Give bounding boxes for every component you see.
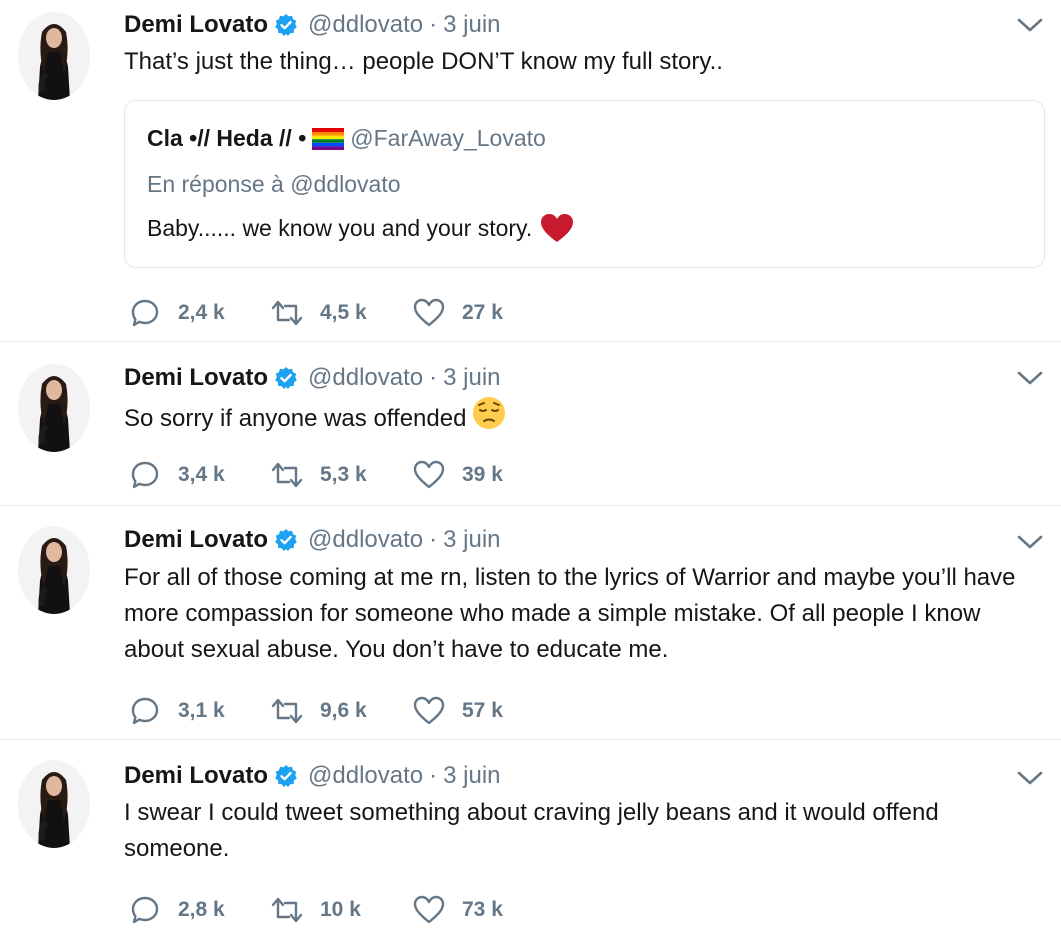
- heart-outline-icon: [412, 296, 446, 330]
- chevron-down-icon[interactable]: [1015, 363, 1045, 393]
- tweet-text: For all of those coming at me rn, listen…: [124, 564, 1016, 663]
- author-handle[interactable]: @ddlovato: [308, 762, 423, 790]
- author-handle[interactable]: @ddlovato: [308, 11, 423, 39]
- retweet-icon: [270, 694, 304, 728]
- chevron-down-icon[interactable]: [1015, 763, 1045, 793]
- tweet-actions: 2,4 k 4,5 k 27 k: [128, 296, 554, 330]
- tweet-text: So sorry if anyone was offended: [124, 404, 467, 432]
- quoted-author-name: Cla •// Heda // •: [147, 125, 307, 151]
- retweet-count: 9,6 k: [320, 699, 367, 722]
- reply-icon: [128, 296, 162, 330]
- tweet-header: Demi Lovato @ddlovato · 3 juin: [124, 761, 501, 791]
- timestamp[interactable]: 3 juin: [443, 364, 500, 392]
- quoted-tweet-text: Baby...... we know you and your story.: [147, 214, 533, 241]
- verified-badge-icon: [274, 528, 298, 552]
- chevron-down-icon[interactable]: [1015, 527, 1045, 557]
- retweet-icon: [270, 893, 304, 927]
- verified-badge-icon: [274, 366, 298, 390]
- tweet-header: Demi Lovato @ddlovato · 3 juin: [124, 10, 501, 40]
- tweet-actions: 3,4 k 5,3 k 39 k: [128, 458, 554, 492]
- tweet-text: I swear I could tweet something about cr…: [124, 799, 939, 862]
- author-name[interactable]: Demi Lovato: [124, 11, 268, 39]
- retweet-count: 10 k: [320, 898, 361, 921]
- verified-badge-icon: [274, 764, 298, 788]
- retweet-button[interactable]: 10 k: [270, 893, 368, 927]
- tweet[interactable]: Demi Lovato @ddlovato · 3 juin That’s ju…: [0, 0, 1061, 342]
- reply-count: 3,1 k: [178, 699, 225, 722]
- like-count: 27 k: [462, 301, 503, 324]
- retweet-button[interactable]: 4,5 k: [270, 296, 368, 330]
- tweet-text: That’s just the thing… people DON’T know…: [124, 48, 723, 75]
- quoted-author-handle: @FarAway_Lovato: [350, 125, 546, 151]
- retweet-button[interactable]: 9,6 k: [270, 694, 368, 728]
- reply-count: 3,4 k: [178, 463, 225, 486]
- chevron-down-icon[interactable]: [1015, 10, 1045, 40]
- verified-badge-icon: [274, 13, 298, 37]
- like-button[interactable]: 57 k: [412, 694, 510, 728]
- heart-outline-icon: [412, 893, 446, 927]
- tweet-header: Demi Lovato @ddlovato · 3 juin: [124, 363, 501, 393]
- red-heart-emoji: [540, 213, 574, 243]
- like-button[interactable]: 39 k: [412, 458, 510, 492]
- tweet-header: Demi Lovato @ddlovato · 3 juin: [124, 525, 501, 555]
- avatar[interactable]: [18, 12, 90, 100]
- reply-count: 2,4 k: [178, 301, 225, 324]
- timestamp[interactable]: 3 juin: [443, 11, 500, 39]
- author-name[interactable]: Demi Lovato: [124, 526, 268, 554]
- author-handle[interactable]: @ddlovato: [308, 364, 423, 392]
- separator: ·: [429, 762, 438, 789]
- like-button[interactable]: 73 k: [412, 893, 510, 927]
- retweet-icon: [270, 296, 304, 330]
- separator: ·: [429, 364, 438, 391]
- like-count: 57 k: [462, 699, 503, 722]
- quoted-tweet[interactable]: Cla •// Heda // • @FarAway_Lovato En rép…: [124, 100, 1045, 268]
- retweet-icon: [270, 458, 304, 492]
- timestamp[interactable]: 3 juin: [443, 762, 500, 790]
- reply-button[interactable]: 3,4 k: [128, 458, 226, 492]
- author-handle[interactable]: @ddlovato: [308, 526, 423, 554]
- retweet-count: 5,3 k: [320, 463, 367, 486]
- retweet-button[interactable]: 5,3 k: [270, 458, 368, 492]
- rainbow-flag-emoji: [312, 127, 345, 150]
- reply-icon: [128, 694, 162, 728]
- quoted-tweet-header: Cla •// Heda // • @FarAway_Lovato: [147, 125, 546, 152]
- reply-count: 2,8 k: [178, 898, 225, 921]
- timestamp[interactable]: 3 juin: [443, 526, 500, 554]
- avatar[interactable]: [18, 526, 90, 614]
- avatar[interactable]: [18, 364, 90, 452]
- tweet-text-row: So sorry if anyone was offended: [124, 396, 1039, 441]
- reply-button[interactable]: 2,4 k: [128, 296, 226, 330]
- tweet-actions: 2,8 k 10 k 73 k: [128, 893, 554, 927]
- quoted-tweet-text-row: Baby...... we know you and your story.: [147, 213, 574, 243]
- reply-button[interactable]: 3,1 k: [128, 694, 226, 728]
- tweet[interactable]: Demi Lovato @ddlovato · 3 juin I swear I…: [0, 740, 1061, 940]
- like-count: 73 k: [462, 898, 503, 921]
- heart-outline-icon: [412, 694, 446, 728]
- reply-icon: [128, 893, 162, 927]
- tweet[interactable]: Demi Lovato @ddlovato · 3 juin For all o…: [0, 506, 1061, 740]
- heart-outline-icon: [412, 458, 446, 492]
- reply-button[interactable]: 2,8 k: [128, 893, 226, 927]
- separator: ·: [429, 11, 438, 38]
- retweet-count: 4,5 k: [320, 301, 367, 324]
- avatar[interactable]: [18, 760, 90, 848]
- tweet[interactable]: Demi Lovato @ddlovato · 3 juin So sorry …: [0, 342, 1061, 506]
- separator: ·: [429, 526, 438, 553]
- tweet-actions: 3,1 k 9,6 k 57 k: [128, 694, 554, 728]
- like-count: 39 k: [462, 463, 503, 486]
- reply-context: En réponse à @ddlovato: [147, 171, 401, 197]
- like-button[interactable]: 27 k: [412, 296, 510, 330]
- pensive-face-emoji: [472, 396, 506, 441]
- author-name[interactable]: Demi Lovato: [124, 762, 268, 790]
- reply-icon: [128, 458, 162, 492]
- author-name[interactable]: Demi Lovato: [124, 364, 268, 392]
